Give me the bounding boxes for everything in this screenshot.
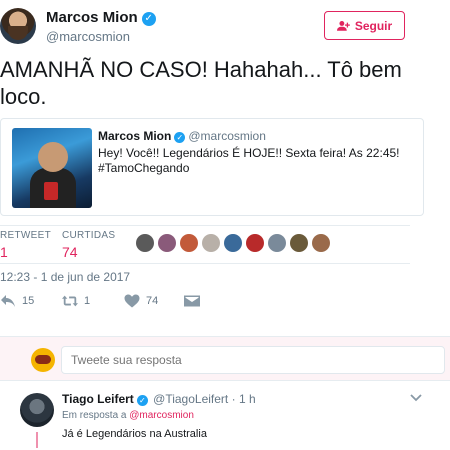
reply-author-name[interactable]: Tiago Leifert xyxy=(62,392,134,406)
verified-icon: ✓ xyxy=(141,12,156,26)
tweet-header: Marcos Mion ✓ @marcosmion Seguir xyxy=(0,8,410,48)
liker-avatar[interactable] xyxy=(136,234,154,252)
likes-stat-value: 74 xyxy=(62,244,78,260)
reply-count: 15 xyxy=(22,295,35,307)
follow-label: Seguir xyxy=(354,18,393,33)
envelope-icon xyxy=(184,295,200,307)
author-name[interactable]: Marcos Mion xyxy=(46,9,138,26)
liker-avatar[interactable] xyxy=(158,234,176,252)
quoted-verified-icon: ✓ xyxy=(174,132,186,143)
in-reply-to: Em resposta a @marcosmion xyxy=(62,410,194,421)
quoted-author-name: Marcos Mion xyxy=(98,129,172,143)
retweet-count: 1 xyxy=(84,295,91,307)
reply-tweet[interactable]: Tiago Leifert ✓ @TiagoLeifert · 1 h Em re… xyxy=(0,382,450,450)
like-button[interactable]: 74 xyxy=(124,294,158,308)
reply-tweet-text: Já é Legendários na Australia xyxy=(62,428,207,440)
liker-avatar[interactable] xyxy=(180,234,198,252)
liker-avatar[interactable] xyxy=(224,234,242,252)
liker-avatar[interactable] xyxy=(290,234,308,252)
liker-avatar[interactable] xyxy=(268,234,286,252)
reply-author-handle[interactable]: @TiagoLeifert xyxy=(153,392,228,406)
reply-button[interactable]: 15 xyxy=(0,294,34,308)
author-name-block[interactable]: Marcos Mion ✓ @marcosmion xyxy=(46,9,156,44)
thread-line xyxy=(36,432,38,448)
tweet-text: AMANHÃ NO CASO! Hahahah... Tô bem loco. xyxy=(0,57,402,109)
heart-icon xyxy=(124,294,140,308)
reply-compose-area xyxy=(0,336,450,381)
follow-button[interactable]: Seguir xyxy=(324,11,405,40)
verified-icon: ✓ xyxy=(136,395,148,406)
likes-stat[interactable]: CURTIDAS 74 xyxy=(62,230,115,260)
main-tweet: Marcos Mion ✓ @marcosmion Seguir AMANHÃ N… xyxy=(0,0,450,335)
divider xyxy=(0,263,410,264)
retweet-stat-value: 1 xyxy=(0,244,8,260)
retweet-stat[interactable]: RETWEET 1 xyxy=(0,230,51,260)
reply-tweet-header: Tiago Leifert ✓ @TiagoLeifert · 1 h xyxy=(62,392,256,406)
in-reply-prefix: Em resposta a xyxy=(62,410,127,421)
tweet-timestamp[interactable]: 12:23 - 1 de jun de 2017 xyxy=(0,270,130,284)
direct-message-button[interactable] xyxy=(184,294,200,308)
tweet-stats: RETWEET 1 CURTIDAS 74 xyxy=(0,226,410,262)
retweet-icon xyxy=(62,295,78,307)
quoted-tweet[interactable]: Marcos Mion ✓ @marcosmion Hey! Você!! Lege… xyxy=(0,118,424,216)
retweet-stat-label: RETWEET xyxy=(0,230,51,241)
quoted-tweet-header: Marcos Mion ✓ @marcosmion xyxy=(98,129,266,143)
reply-time-separator: · xyxy=(231,392,236,406)
quoted-author-handle: @marcosmion xyxy=(188,129,266,143)
reply-author-avatar[interactable] xyxy=(20,393,54,427)
author-handle[interactable]: @marcosmion xyxy=(46,29,156,44)
quoted-tweet-image[interactable] xyxy=(12,128,92,208)
in-reply-mention[interactable]: @marcosmion xyxy=(129,410,194,421)
author-avatar[interactable] xyxy=(0,8,36,44)
reply-icon xyxy=(1,295,15,307)
likes-stat-label: CURTIDAS xyxy=(62,230,116,241)
current-user-avatar xyxy=(31,348,55,372)
reply-input[interactable] xyxy=(61,346,445,374)
add-user-icon xyxy=(336,21,350,31)
quoted-tweet-text: Hey! Você!! Legendários É HOJE!! Sexta f… xyxy=(98,146,400,175)
chevron-down-icon[interactable] xyxy=(410,393,422,403)
retweet-button[interactable]: 1 xyxy=(62,294,90,308)
liker-avatar[interactable] xyxy=(312,234,330,252)
reply-time[interactable]: 1 h xyxy=(239,392,256,406)
like-count: 74 xyxy=(146,295,159,307)
liker-avatar[interactable] xyxy=(202,234,220,252)
tweet-actions: 15 1 74 xyxy=(0,292,300,312)
liker-avatar[interactable] xyxy=(246,234,264,252)
